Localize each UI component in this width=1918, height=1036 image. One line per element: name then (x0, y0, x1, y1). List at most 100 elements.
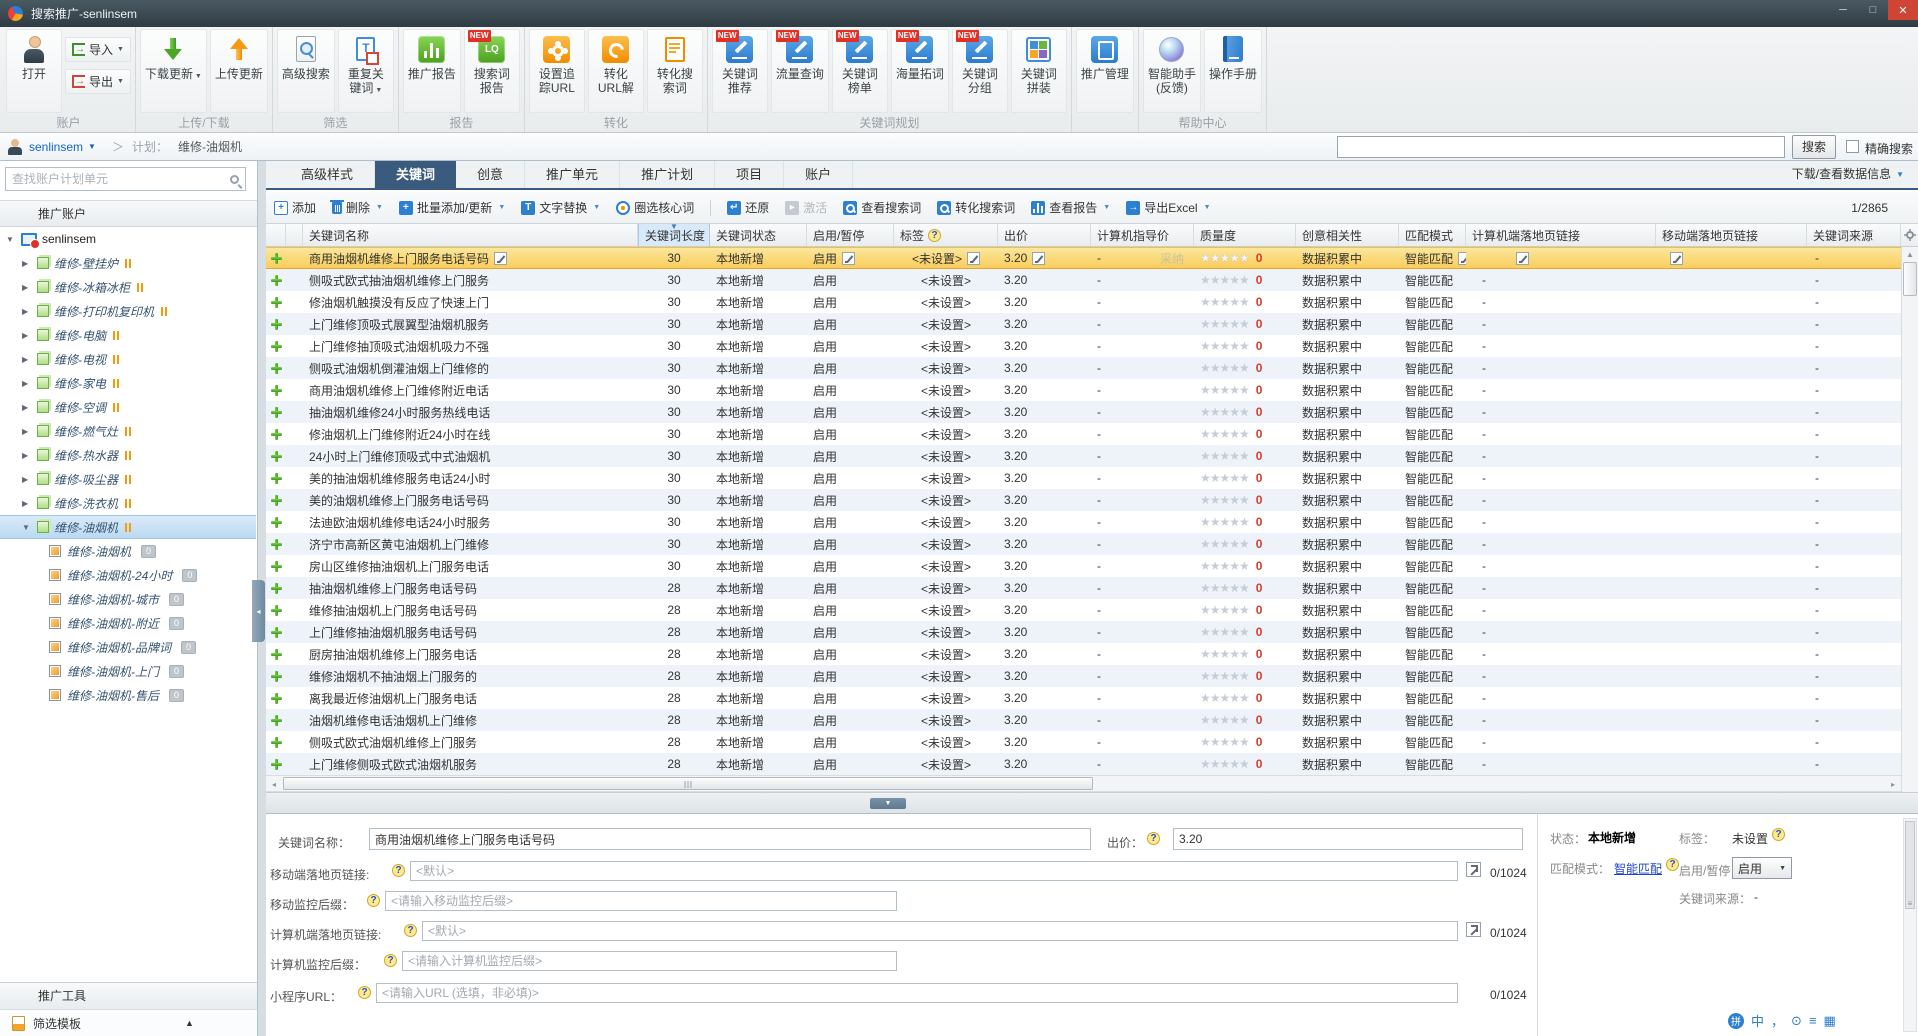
chevron-down-icon[interactable]: ▼ (593, 204, 600, 211)
table-row[interactable]: 油烟机维修电话油烟机上门维修 28 本地新增 启用 <未设置> 3.20 - ★★★★★ 0 数据… (266, 709, 1901, 731)
download-update-button[interactable]: 下载更新 ▼ (139, 29, 207, 113)
chevron-down-icon[interactable]: ▼ (1204, 204, 1211, 211)
tree-unit-row[interactable]: 维修-油烟机 0 (0, 539, 256, 563)
tree-plan-row[interactable]: ▶ 维修-电视 (0, 347, 256, 371)
tree-unit-row[interactable]: 维修-油烟机-城市 0 (0, 587, 256, 611)
add-keyword-icon[interactable] (270, 340, 282, 352)
text-replace-button[interactable]: 文字替换▼ (521, 199, 600, 216)
tree-unit-row[interactable]: 维修-油烟机-上门 0 (0, 659, 256, 683)
column-header-match[interactable]: 匹配模式 (1399, 224, 1466, 246)
sidebar-search-box[interactable] (5, 167, 246, 191)
column-header-tag[interactable]: 标签? (894, 224, 998, 246)
column-header-length[interactable]: ▼ 关键词长度 (638, 224, 710, 246)
column-header-guide[interactable]: 计算机指导价 (1091, 224, 1194, 246)
add-keyword-icon[interactable] (270, 626, 282, 638)
manual-button[interactable]: 操作手册 (1203, 29, 1262, 113)
table-row[interactable]: 24小时上门维修顶吸式中式油烟机 30 本地新增 启用 <未设置> 3.20 - ★★★★★ 0… (266, 445, 1901, 467)
expander-icon[interactable]: ▶ (22, 403, 32, 412)
tree-plan-row[interactable]: ▶ 维修-洗衣机 (0, 491, 256, 515)
table-row[interactable]: 离我最近修油烟机上门服务电话 28 本地新增 启用 <未设置> 3.20 - ★★★★★ 0 数据… (266, 687, 1901, 709)
batch-add-update-button[interactable]: 批量添加/更新▼ (398, 199, 505, 216)
promotion-report-button[interactable]: 推广报告 (402, 29, 461, 113)
tab-keywords[interactable]: 关键词 (375, 161, 457, 188)
scroll-right-icon[interactable]: ▸ (1885, 777, 1901, 791)
table-row[interactable]: 上门维修侧吸式欧式油烟机服务 28 本地新增 启用 <未设置> 3.20 - ★★★★★ 0 数据… (266, 753, 1901, 775)
column-header-creative[interactable]: 创意相关性 (1296, 224, 1399, 246)
search-button[interactable]: 搜索 (1792, 135, 1836, 159)
table-row[interactable]: 维修油烟机不抽油烟上门服务的 28 本地新增 启用 <未设置> 3.20 - ★★★★★ 0 数据… (266, 665, 1901, 687)
add-button[interactable]: 添加 (274, 199, 316, 216)
convert-searchword-button[interactable]: 转化搜 索词 (646, 29, 703, 113)
help-icon[interactable]: ? (1772, 828, 1785, 841)
help-icon[interactable]: ? (1147, 832, 1160, 845)
tree-plan-row[interactable]: ▶ 维修-燃气灶 (0, 419, 256, 443)
add-keyword-icon[interactable] (270, 604, 282, 616)
help-icon[interactable]: ? (367, 894, 380, 907)
column-header-name[interactable]: 关键词名称 (303, 224, 638, 246)
keyword-name-input[interactable] (369, 828, 1091, 850)
expander-icon[interactable]: ▶ (22, 283, 32, 292)
smart-assistant-button[interactable]: 智能助手 (反馈) (1142, 29, 1201, 113)
panel-scroll-thumb[interactable]: ≡ (1905, 821, 1915, 909)
promotion-manage-button[interactable]: 推广管理 (1075, 29, 1134, 113)
table-row[interactable]: 抽油烟机维修24小时服务热线电话 30 本地新增 启用 <未设置> 3.20 - ★★★★★ 0… (266, 401, 1901, 423)
mobile-suffix-input[interactable] (385, 891, 897, 911)
add-keyword-icon[interactable] (270, 494, 282, 506)
edit-icon[interactable] (1670, 251, 1683, 265)
tree-unit-row[interactable]: 维修-油烟机-24小时 0 (0, 563, 256, 587)
account-chevron-down-icon[interactable]: ▼ (88, 142, 96, 151)
close-button[interactable]: ✕ (1888, 0, 1918, 20)
column-settings-cell[interactable] (1901, 224, 1918, 247)
edit-icon[interactable] (1032, 251, 1046, 265)
open-button[interactable]: 打开 (6, 29, 62, 113)
table-vertical-scrollbar[interactable]: ▲ (1901, 247, 1918, 792)
edit-icon[interactable] (1516, 251, 1529, 265)
splitter-collapse-button[interactable]: ▼ (870, 798, 906, 809)
column-header-add[interactable] (266, 224, 286, 246)
table-row[interactable]: 抽油烟机维修上门服务电话号码 28 本地新增 启用 <未设置> 3.20 - ★★★★★ 0 数据… (266, 577, 1901, 599)
help-icon[interactable]: ? (928, 228, 942, 242)
keyword-ranking-button[interactable]: NEW 关键词 榜单 (831, 29, 888, 113)
tree-plan-row[interactable]: ▼ 维修-油烟机 (0, 515, 256, 539)
tab-plans[interactable]: 推广计划 (620, 161, 716, 188)
expander-icon[interactable]: ▼ (6, 235, 16, 244)
keyword-recommend-button[interactable]: NEW 关键词 推荐 (711, 29, 768, 113)
mass-expand-words-button[interactable]: NEW 海量拓词 (890, 29, 949, 113)
add-keyword-icon[interactable] (270, 450, 282, 462)
tree-plan-row[interactable]: ▶ 维修-家电 (0, 371, 256, 395)
table-horizontal-scrollbar[interactable]: ◂ ▸ (266, 775, 1901, 792)
expander-icon[interactable]: ▼ (22, 523, 32, 532)
edit-icon[interactable] (494, 251, 508, 265)
keyword-group-button[interactable]: NEW 关键词 分组 (951, 29, 1008, 113)
ime-icon[interactable]: 拼 (1728, 1012, 1744, 1029)
table-row[interactable]: 修油烟机上门维修附近24小时在线 30 本地新增 启用 <未设置> 3.20 - ★★★★★ 0… (266, 423, 1901, 445)
help-icon[interactable]: ? (404, 924, 417, 937)
ime-icon[interactable]: 中 (1751, 1011, 1764, 1030)
expander-icon[interactable]: ▶ (22, 499, 32, 508)
onoff-select[interactable]: 启用 ▼ (1732, 857, 1792, 879)
download-data-link[interactable]: 下载/查看数据信息 ▼ (1792, 161, 1904, 188)
scroll-up-icon[interactable]: ▲ (1902, 247, 1918, 261)
table-row[interactable]: 美的抽油烟机维修服务电话24小时 30 本地新增 启用 <未设置> 3.20 - ★★★★★ 0… (266, 467, 1901, 489)
tab-account[interactable]: 账户 (784, 161, 854, 188)
account-name-link[interactable]: senlinsem (29, 140, 83, 154)
edit-icon[interactable] (967, 251, 981, 265)
table-row[interactable]: 上门维修抽油烟机服务电话号码 28 本地新增 启用 <未设置> 3.20 - ★★★★★ 0 数据… (266, 621, 1901, 643)
export-excel-button[interactable]: 导出Excel▼ (1126, 199, 1211, 216)
table-row[interactable]: 侧吸式欧式抽油烟机维修上门服务 30 本地新增 启用 <未设置> 3.20 - ★★★★★ 0 数… (266, 269, 1901, 291)
convert-url-button[interactable]: 转化 URL解 (587, 29, 644, 113)
circle-core-words-button[interactable]: 圈选核心词 (616, 199, 694, 216)
add-keyword-icon[interactable] (270, 252, 282, 264)
promotion-tools-bar[interactable]: 推广工具 (0, 982, 257, 1009)
ime-icon[interactable]: ， (1771, 1011, 1784, 1030)
column-header-pclink[interactable]: 计算机端落地页链接 (1466, 224, 1656, 246)
add-keyword-icon[interactable] (270, 406, 282, 418)
edit-icon[interactable] (842, 251, 856, 265)
expander-icon[interactable]: ▶ (22, 355, 32, 364)
delete-button[interactable]: 删除 ▼ (330, 199, 383, 216)
vertical-scroll-thumb[interactable] (1903, 262, 1917, 296)
tree-plan-row[interactable]: ▶ 维修-壁挂炉 (0, 251, 256, 275)
horizontal-scroll-thumb[interactable] (283, 777, 1093, 790)
help-icon[interactable]: ? (384, 954, 397, 967)
maximize-button[interactable]: □ (1858, 0, 1888, 20)
